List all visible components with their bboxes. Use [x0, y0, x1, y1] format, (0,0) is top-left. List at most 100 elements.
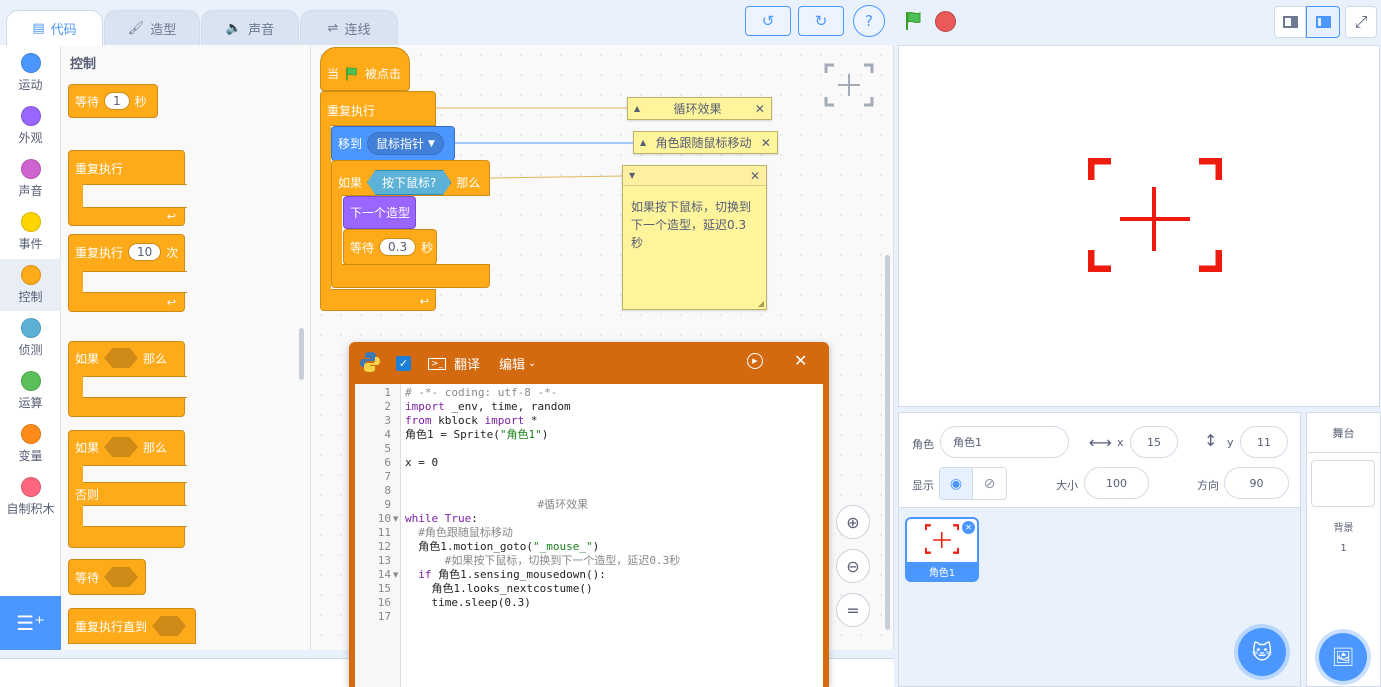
- redo-button[interactable]: ↻: [798, 6, 844, 36]
- zoom-out-button[interactable]: ⊖: [836, 549, 870, 583]
- undo-button[interactable]: ↺: [745, 6, 791, 36]
- stage-selector[interactable]: 舞台 背景 1 🖼: [1306, 412, 1381, 687]
- collapse-down-icon[interactable]: ▼: [629, 171, 635, 180]
- tab-costumes[interactable]: 🖌 造型: [104, 10, 200, 46]
- close-button[interactable]: ✕: [794, 351, 807, 370]
- condition-slot[interactable]: [104, 567, 139, 587]
- block-label: 移到: [338, 137, 363, 151]
- tab-connect[interactable]: ⇌ 连线: [300, 10, 398, 46]
- category-sound[interactable]: 声音: [0, 153, 61, 205]
- condition-slot[interactable]: [152, 616, 187, 636]
- category-looks[interactable]: 外观: [0, 100, 61, 152]
- category-motion[interactable]: 运动: [0, 47, 61, 99]
- crosshair-sprite-icon: [925, 524, 959, 554]
- category-label: 运算: [18, 396, 43, 410]
- category-events[interactable]: 事件: [0, 206, 61, 258]
- line-number: 15: [377, 582, 391, 595]
- block-label: 次: [166, 245, 179, 260]
- block-forever[interactable]: 重复执行 ↩: [68, 150, 187, 226]
- hide-button[interactable]: ⊘: [973, 468, 1006, 499]
- category-operators[interactable]: 运算: [0, 365, 61, 417]
- add-backdrop-button[interactable]: 🖼: [1319, 633, 1367, 681]
- block-wait[interactable]: 等待 1 秒: [68, 84, 158, 118]
- translate-button[interactable]: >_ 翻译: [428, 354, 480, 373]
- size-input[interactable]: 100: [1084, 467, 1149, 499]
- code-editor[interactable]: 1 2 3 4 5 6 7 8 9 10 ▼ 11 12 13 14 ▼ 15 16 17 # -*- coding…: [355, 384, 823, 687]
- category-myblocks[interactable]: 自制积木: [0, 471, 61, 523]
- collapse-up-icon[interactable]: ▲: [634, 104, 640, 113]
- large-stage-button[interactable]: [1306, 6, 1340, 38]
- dropdown-value: 鼠标指针: [376, 137, 425, 151]
- direction-input[interactable]: 90: [1224, 467, 1289, 499]
- wait-input[interactable]: 1: [104, 92, 130, 110]
- repeat-input[interactable]: 10: [128, 243, 162, 261]
- terminal-icon: >_: [428, 357, 447, 370]
- condition-slot[interactable]: [104, 348, 139, 368]
- close-icon[interactable]: ✕: [755, 102, 765, 116]
- block-if-else[interactable]: 如果 那么 否则: [68, 430, 187, 548]
- wait-input[interactable]: 0.3: [379, 238, 417, 256]
- category-variables[interactable]: 变量: [0, 418, 61, 470]
- y-input[interactable]: 11: [1240, 426, 1288, 458]
- block-if[interactable]: 如果 那么: [68, 341, 187, 417]
- small-stage-button[interactable]: [1274, 6, 1306, 38]
- line-number: 1: [384, 386, 391, 399]
- python-icon: [359, 351, 381, 373]
- category-control[interactable]: 控制: [0, 259, 61, 311]
- backdrop-thumbnail[interactable]: [1311, 460, 1375, 507]
- comment-click[interactable]: ▼ ✕ 如果按下鼠标，切换到下一个造型，延迟0.3秒 ◢: [622, 165, 767, 310]
- category-sensing[interactable]: 侦测: [0, 312, 61, 364]
- palette-scrollbar[interactable]: [299, 328, 304, 380]
- run-button[interactable]: ▶: [747, 353, 763, 369]
- block-repeat[interactable]: 重复执行 10 次 ↩: [68, 234, 187, 312]
- stop-button[interactable]: [935, 11, 956, 32]
- condition-slot[interactable]: [104, 437, 139, 457]
- comment-text: 循环效果: [673, 102, 722, 116]
- category-label: 变量: [18, 449, 43, 463]
- zoom-reset-icon: =: [846, 600, 860, 620]
- close-icon: ✕: [965, 523, 972, 532]
- sprite-thumbnail[interactable]: ✕ 角色1: [905, 517, 979, 582]
- zoom-in-icon: ⊕: [846, 512, 860, 532]
- close-icon[interactable]: ✕: [761, 136, 771, 150]
- workspace-scrollbar[interactable]: [885, 255, 890, 630]
- green-flag-button[interactable]: [903, 10, 925, 32]
- code-line: # -*- coding: utf-8 -*-: [405, 386, 558, 399]
- help-button[interactable]: ?: [853, 5, 885, 37]
- add-extension-button[interactable]: ☰⁺: [0, 596, 61, 650]
- block-wait-until[interactable]: 等待: [68, 559, 146, 595]
- resize-handle-icon[interactable]: ◢: [758, 299, 764, 308]
- zoom-reset-button[interactable]: =: [836, 593, 870, 627]
- line-gutter: 1 2 3 4 5 6 7 8 9 10 ▼ 11 12 13 14 ▼ 15 16 17: [355, 384, 401, 687]
- line-number: 4: [384, 428, 391, 441]
- add-sprite-button[interactable]: 🐱: [1238, 628, 1286, 676]
- block-when-flag-clicked[interactable]: 当 被点击: [320, 47, 410, 91]
- block-label: 被点击: [365, 67, 402, 81]
- tab-code[interactable]: ▤ 代码: [6, 10, 103, 46]
- comment-text: 角色跟随鼠标移动: [655, 136, 752, 150]
- line-number: 12: [377, 540, 391, 553]
- delete-sprite-button[interactable]: ✕: [962, 521, 975, 534]
- tab-costumes-label: 造型: [150, 23, 177, 38]
- line-number: 17: [377, 610, 391, 623]
- x-input[interactable]: 15: [1130, 426, 1178, 458]
- close-icon[interactable]: ✕: [750, 169, 760, 183]
- block-repeat-until[interactable]: 重复执行直到: [68, 608, 196, 644]
- block-wait[interactable]: 等待 0.3 秒: [343, 229, 437, 265]
- stage-canvas[interactable]: [898, 45, 1380, 407]
- sprite-name-input[interactable]: 角色1: [940, 426, 1069, 458]
- comment-loop[interactable]: ▲ 循环效果 ✕: [627, 97, 772, 120]
- fold-arrow-icon[interactable]: ▼: [393, 568, 398, 582]
- block-next-costume[interactable]: 下一个造型: [343, 196, 416, 229]
- collapse-up-icon[interactable]: ▲: [640, 138, 646, 147]
- sync-checkbox[interactable]: ✓: [396, 356, 411, 371]
- category-label: 外观: [18, 131, 43, 145]
- comment-follow[interactable]: ▲ 角色跟随鼠标移动 ✕: [633, 131, 778, 154]
- edit-menu[interactable]: 编辑 ⌄: [499, 354, 536, 373]
- show-button[interactable]: ◉: [940, 468, 974, 499]
- fold-arrow-icon[interactable]: ▼: [393, 512, 398, 526]
- comment-text[interactable]: 如果按下鼠标，切换到下一个造型，延迟0.3秒: [623, 186, 766, 264]
- fullscreen-button[interactable]: ⤢: [1345, 6, 1377, 38]
- zoom-in-button[interactable]: ⊕: [836, 505, 870, 539]
- tab-sounds[interactable]: 🔈 声音: [201, 10, 299, 46]
